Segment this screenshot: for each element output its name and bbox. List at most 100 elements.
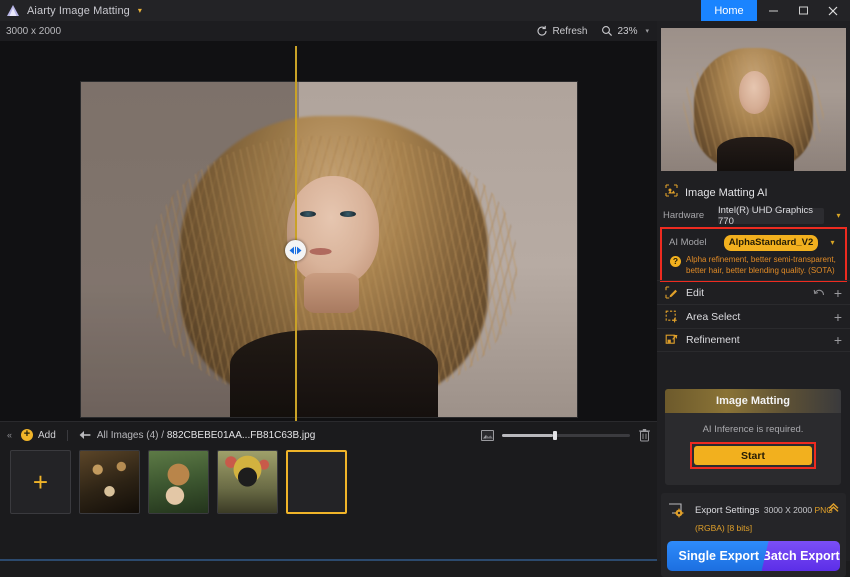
back-arrow-icon[interactable] — [79, 430, 91, 440]
home-button[interactable]: Home — [701, 0, 757, 21]
close-button[interactable] — [818, 0, 848, 21]
ai-model-row: AI Model AlphaStandard_V2 ▾ — [663, 232, 844, 253]
before-after-split-handle[interactable] — [285, 240, 306, 261]
export-settings-chevron-up-icon[interactable] — [827, 502, 840, 516]
accordion-refinement-label: Refinement — [686, 334, 740, 346]
accordion-area-select[interactable]: Area Select + — [657, 304, 850, 328]
tool-accordion-list: Edit + Area Select + Refinement + — [657, 280, 850, 352]
image-matting-card: Image Matting AI Inference is required. … — [665, 389, 841, 485]
accordion-edit[interactable]: Edit + — [657, 280, 850, 304]
thumbnail-size-icon — [481, 429, 494, 441]
help-icon[interactable]: ? — [670, 256, 681, 267]
thumbnail-list: + — [0, 450, 657, 560]
photo-neck — [304, 272, 359, 314]
preview-face — [738, 70, 771, 114]
refresh-button[interactable]: Refresh — [532, 25, 591, 37]
toolbar-divider — [66, 429, 68, 441]
hardware-label: Hardware — [663, 210, 705, 221]
hardware-caret-icon[interactable]: ▾ — [833, 211, 844, 220]
refinement-icon — [665, 334, 678, 347]
minimize-button[interactable] — [758, 0, 788, 21]
photo-eye-left — [300, 210, 317, 217]
preview-torso — [716, 136, 795, 171]
photo-before-shade — [81, 82, 296, 417]
breadcrumb-current-file: 882CBEBE01AA...FB81C63B.jpg — [166, 429, 316, 441]
title-dropdown-caret-icon[interactable]: ▾ — [138, 6, 142, 15]
filmstrip-collapse-icon[interactable]: « — [7, 430, 12, 440]
ai-model-hint-text: Alpha refinement, better semi-transparen… — [686, 255, 836, 275]
single-export-button[interactable]: Single Export — [667, 541, 771, 571]
thumbnail-add-plus-icon: + — [32, 467, 49, 497]
export-settings-row[interactable]: Export Settings 3000 X 2000 PNG (RGBA) [… — [661, 493, 846, 536]
image-matting-card-message: AI Inference is required. — [702, 424, 804, 435]
edit-pencil-icon — [665, 286, 678, 299]
breadcrumb-all-images[interactable]: All Images (4) — [97, 430, 159, 441]
thumbnail-add-slot[interactable]: + — [10, 450, 71, 514]
accordion-area-select-actions: + — [834, 310, 842, 324]
app-window: Aiarty Image Matting ▾ Home 3000 x 2000 … — [0, 0, 850, 577]
accordion-edit-actions: + — [813, 284, 842, 302]
thumbnail-image — [80, 451, 139, 513]
thumbnail-item-3[interactable] — [217, 450, 278, 514]
maximize-button[interactable] — [788, 0, 818, 21]
accordion-area-select-label: Area Select — [686, 310, 741, 323]
export-settings-gear-icon — [668, 502, 688, 518]
export-settings-panel: Export Settings 3000 X 2000 PNG (RGBA) [… — [661, 493, 846, 577]
slider-knob[interactable] — [553, 430, 558, 440]
app-logo-icon — [6, 4, 20, 17]
matting-ai-title: Image Matting AI — [685, 187, 768, 199]
accordion-refinement[interactable]: Refinement + — [657, 328, 850, 352]
matting-ai-icon — [665, 184, 678, 202]
right-panel: Image Matting AI Hardware Intel(R) UHD G… — [657, 21, 850, 577]
hardware-select[interactable]: Intel(R) UHD Graphics 770 — [718, 205, 824, 227]
accordion-area-select-expand-icon[interactable]: + — [834, 310, 842, 324]
ai-model-hint: ? Alpha refinement, better semi-transpar… — [663, 253, 844, 277]
export-buttons: Single Export Batch Export — [667, 541, 840, 571]
preview-photo — [81, 82, 577, 417]
export-settings-text: Export Settings 3000 X 2000 PNG (RGBA) [… — [695, 500, 839, 536]
add-images-button[interactable]: + Add — [21, 429, 56, 441]
batch-export-button[interactable]: Batch Export — [761, 541, 840, 571]
ai-model-highlight-box: AI Model AlphaStandard_V2 ▾ ? Alpha refi… — [660, 227, 847, 282]
thumbnail-size-slider[interactable] — [502, 430, 630, 440]
image-matting-ai-section: Image Matting AI Hardware Intel(R) UHD G… — [657, 181, 850, 282]
title-bar: Aiarty Image Matting ▾ Home — [0, 0, 850, 21]
canvas-toolbar: 3000 x 2000 Refresh 23% ▾ — [0, 21, 657, 41]
photo-eye-right — [339, 210, 356, 217]
zoom-control[interactable]: 23% ▾ — [597, 25, 653, 37]
zoom-caret-icon[interactable]: ▾ — [645, 27, 649, 35]
photo-lips — [309, 247, 332, 255]
preview-thumbnail-panel[interactable] — [661, 28, 846, 171]
breadcrumb[interactable]: All Images (4) / 882CBEBE01AA...FB81C63B… — [97, 430, 315, 441]
add-label: Add — [38, 429, 56, 441]
accordion-refinement-expand-icon[interactable]: + — [834, 333, 842, 347]
thumbnail-item-2[interactable] — [148, 450, 209, 514]
ai-model-select[interactable]: AlphaStandard_V2 — [724, 234, 818, 251]
ai-model-caret-icon[interactable]: ▾ — [827, 238, 838, 247]
app-title: Aiarty Image Matting — [27, 4, 130, 17]
area-select-icon — [665, 310, 678, 323]
accordion-refinement-actions: + — [834, 333, 842, 347]
filmstrip-toolbar: « + Add All Images (4) / 882CBEBE01AA...… — [0, 422, 657, 448]
matting-ai-header: Image Matting AI — [657, 181, 850, 205]
image-stage[interactable] — [0, 41, 657, 421]
start-button[interactable]: Start — [694, 446, 812, 465]
thumbnail-image — [149, 451, 208, 513]
accordion-edit-expand-icon[interactable]: + — [834, 286, 842, 300]
zoom-magnifier-icon — [601, 25, 613, 37]
add-plus-icon: + — [21, 429, 34, 441]
refresh-label: Refresh — [552, 25, 588, 37]
thumbnail-item-4-selected[interactable] — [286, 450, 347, 514]
thumbnail-item-1[interactable] — [79, 450, 140, 514]
refresh-icon — [536, 25, 548, 37]
accordion-edit-label: Edit — [686, 286, 705, 299]
start-button-highlight-box: Start — [690, 442, 816, 469]
export-size: 3000 X 2000 — [763, 505, 813, 515]
canvas-toolbar-right: Refresh 23% ▾ — [532, 21, 653, 41]
delete-icon[interactable] — [638, 428, 651, 442]
thumbnail-image — [218, 451, 277, 513]
undo-icon[interactable] — [813, 284, 825, 302]
canvas-area: 3000 x 2000 Refresh 23% ▾ — [0, 21, 657, 441]
breadcrumb-separator: / — [161, 429, 165, 441]
export-settings-title: Export Settings — [695, 505, 760, 516]
